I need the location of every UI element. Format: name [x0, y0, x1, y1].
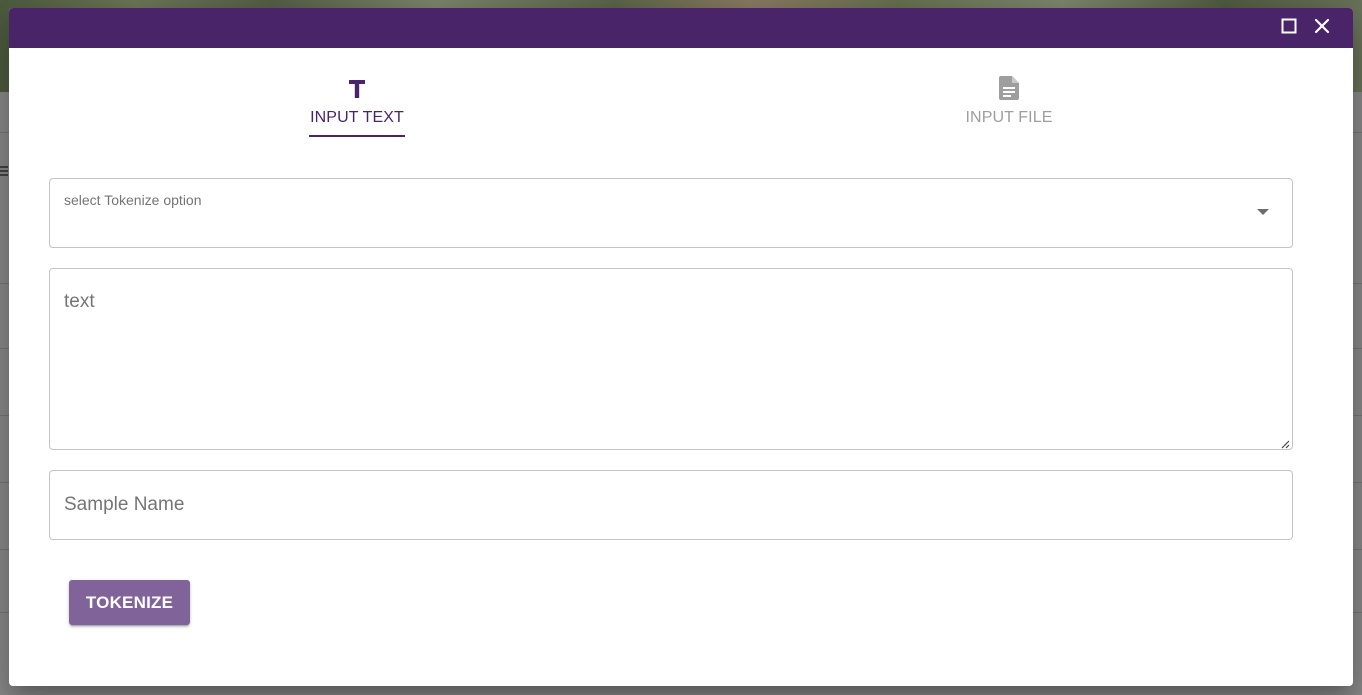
background-menu-icon — [0, 166, 8, 176]
tab-label: INPUT FILE — [965, 109, 1053, 126]
dropdown-arrow-icon — [1257, 209, 1269, 215]
tokenize-option-select[interactable]: select Tokenize option — [49, 178, 1293, 248]
text-field[interactable] — [49, 268, 1293, 450]
dialog-titlebar — [9, 8, 1353, 48]
maximize-button[interactable] — [1278, 17, 1300, 39]
sample-name-input[interactable] — [64, 489, 1274, 521]
close-icon — [1314, 18, 1330, 39]
close-button[interactable] — [1311, 17, 1333, 39]
resize-handle-icon[interactable] — [1280, 436, 1290, 449]
tab-label: INPUT TEXT — [310, 109, 404, 126]
text-input[interactable] — [64, 291, 1274, 441]
select-label: select Tokenize option — [64, 192, 202, 208]
maximize-icon — [1281, 18, 1297, 39]
tokenize-dialog: INPUT TEXT INPUT FILE select Tokenize op… — [9, 8, 1353, 686]
tab-input-text[interactable]: INPUT TEXT — [305, 48, 409, 138]
sample-name-field[interactable] — [49, 470, 1293, 540]
file-document-icon — [998, 75, 1020, 101]
tokenize-button[interactable]: TOKENIZE — [69, 580, 190, 625]
text-format-icon — [347, 75, 367, 101]
tab-input-file[interactable]: INPUT FILE — [959, 48, 1059, 138]
active-tab-indicator — [309, 135, 405, 137]
